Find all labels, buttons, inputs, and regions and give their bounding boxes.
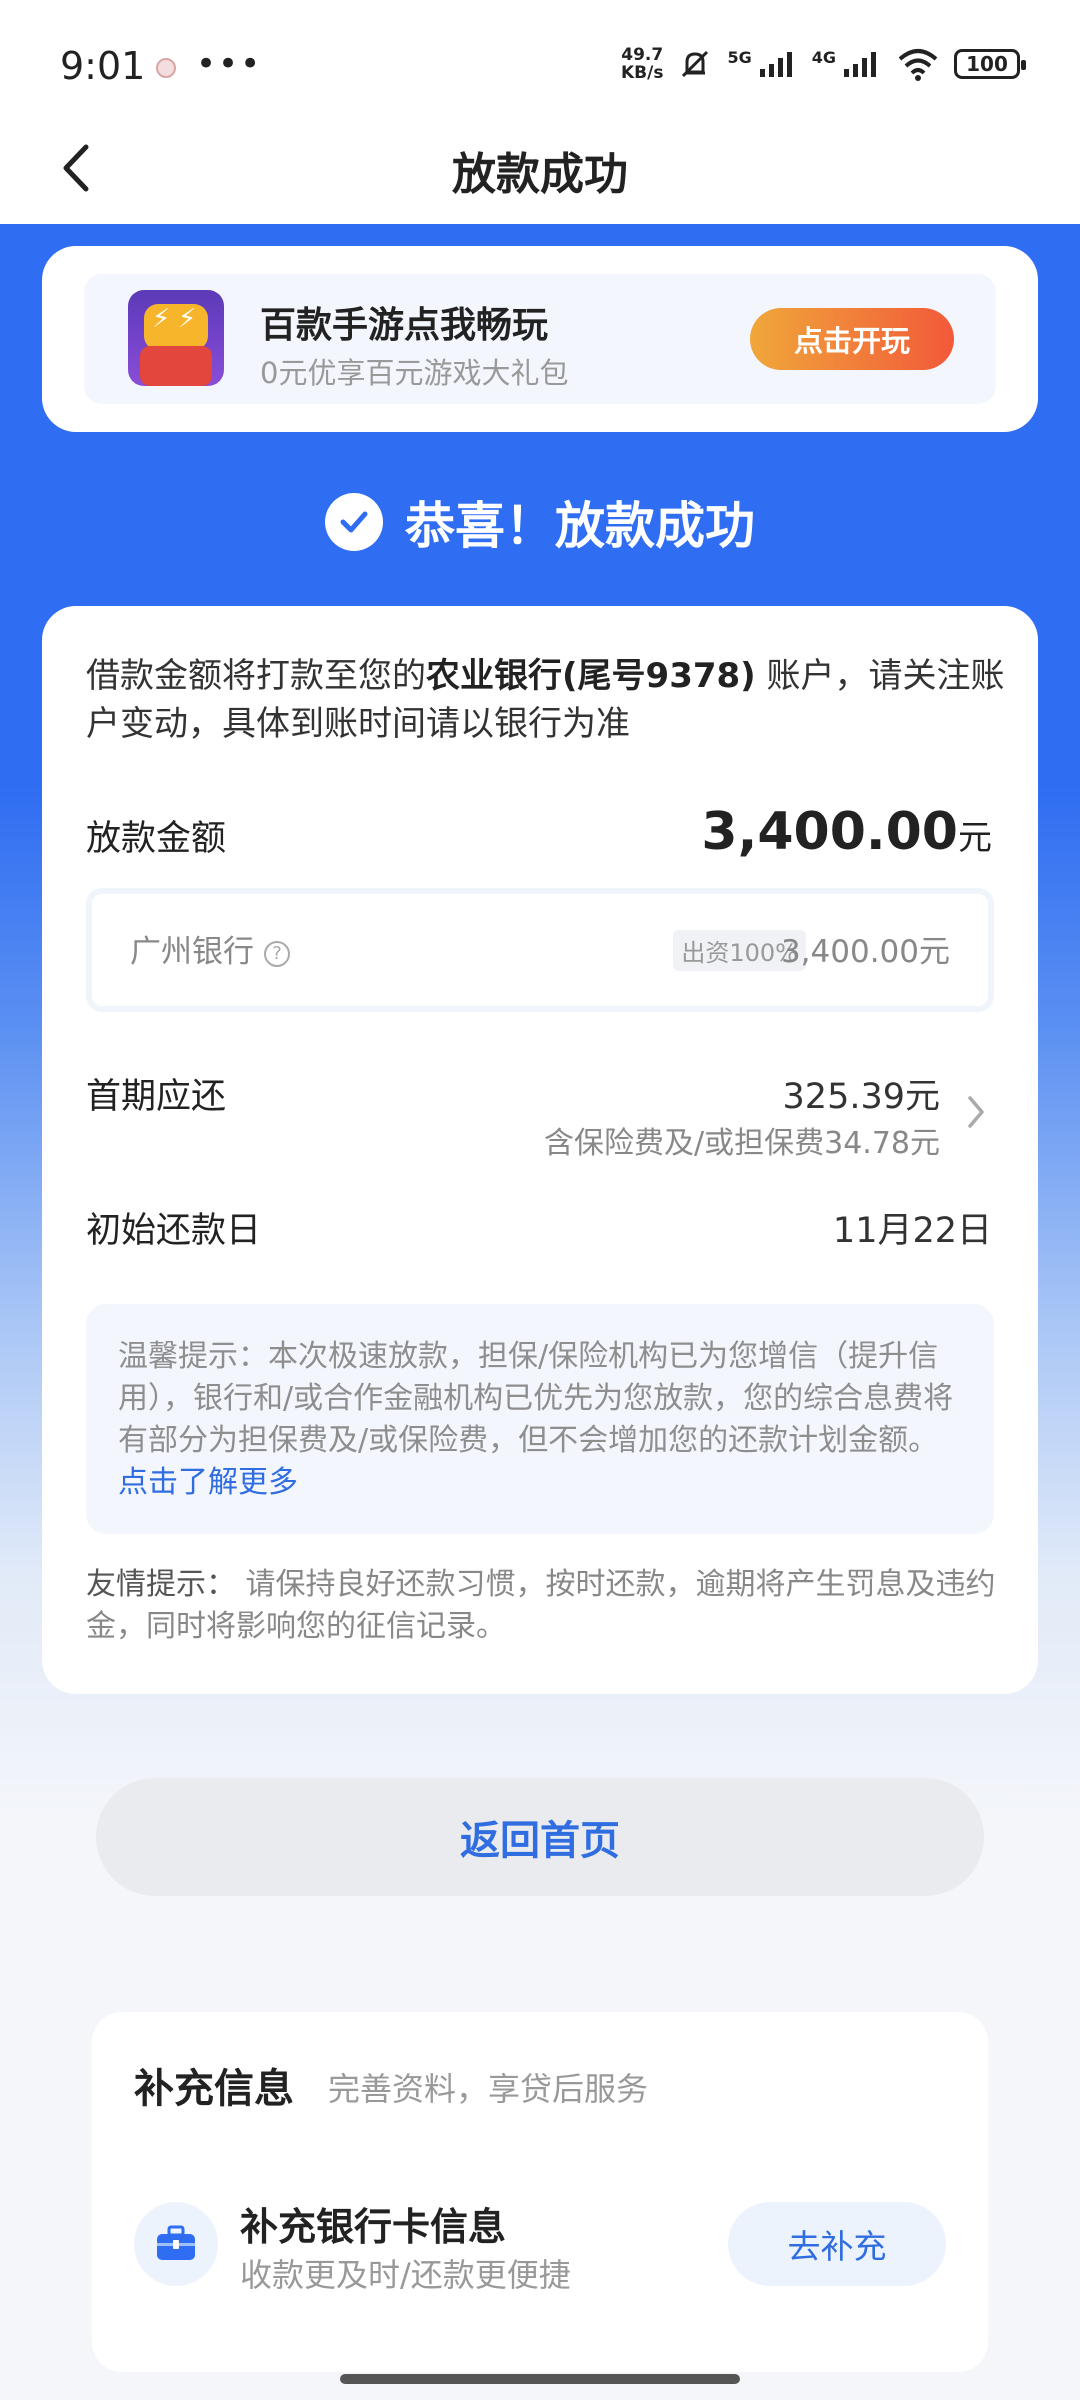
- more-notifications-icon: •••: [196, 44, 263, 84]
- signal-bars-icon: [844, 52, 876, 77]
- play-now-button[interactable]: 点击开玩: [750, 308, 954, 370]
- home-indicator[interactable]: [340, 2374, 740, 2384]
- success-text: 恭喜！放款成功: [405, 497, 755, 555]
- first-payment-amount[interactable]: 325.39元: [783, 1068, 940, 1119]
- bank-card-item-subtitle: 收款更及时/还款更便捷: [240, 2256, 571, 2294]
- supplement-title: 补充信息: [134, 2066, 294, 2112]
- loan-amount: 3,400.00元: [701, 802, 992, 862]
- page-title: 放款成功: [452, 149, 628, 200]
- repay-date-label: 初始还款日: [86, 1211, 262, 1251]
- check-circle-icon: [325, 493, 383, 551]
- first-payment-label: 首期应还: [86, 1077, 227, 1117]
- success-heading: 恭喜！放款成功: [0, 486, 1080, 558]
- loan-detail-card: 借款金额将打款至您的农业银行(尾号9378) 账户，请关注账户变动，具体到账时间…: [42, 606, 1038, 1694]
- loan-amount-label: 放款金额: [86, 819, 227, 859]
- status-time: 9:01: [60, 44, 146, 88]
- bank-card-item-title: 补充银行卡信息: [240, 2205, 507, 2249]
- first-payment-fee-note: 含保险费及/或担保费34.78元: [544, 1126, 940, 1161]
- friendly-reminder: 友情提示： 请保持良好还款习惯，按时还款，逾期将产生罚息及违约金，同时将影响您的…: [86, 1567, 996, 1644]
- status-icons: 49.7 KB/s 5G 4G 100: [621, 45, 1026, 83]
- bank-account: 农业银行(尾号9378): [426, 656, 756, 696]
- signal-type-1: 5G: [727, 47, 752, 67]
- battery-icon: 100: [954, 49, 1026, 79]
- game-banner[interactable]: ⚡ ⚡ 百款手游点我畅玩 0元优享百元游戏大礼包 点击开玩: [84, 274, 996, 404]
- warm-tip: 温馨提示：本次极速放款，担保/保险机构已为您增信（提升信用），银行和/或合作金融…: [86, 1304, 994, 1534]
- funder-name[interactable]: 广州银行?: [130, 926, 290, 971]
- payout-notice: 借款金额将打款至您的农业银行(尾号9378) 账户，请关注账户变动，具体到账时间…: [86, 656, 1005, 744]
- supplement-card: 补充信息 完善资料，享贷后服务 补充银行卡信息 收款更及时/还款更便捷 去补充: [92, 2012, 988, 2372]
- message-notification-icon: [156, 58, 176, 78]
- signal-bars-icon: [759, 52, 792, 77]
- header-area: 9:01 ••• 49.7 KB/s 5G 4G 100 放款成功: [0, 0, 1080, 224]
- supplement-now-button[interactable]: 去补充: [728, 2202, 946, 2286]
- mute-bell-icon: [682, 50, 709, 78]
- wifi-icon: [898, 49, 938, 81]
- repay-date-value: 11月22日: [832, 1211, 992, 1251]
- signal-type-2: 4G: [811, 47, 836, 67]
- banner-subtitle: 0元优享百元游戏大礼包: [260, 356, 569, 390]
- funder-amount: 3,400.00元: [780, 934, 950, 970]
- banner-title: 百款手游点我畅玩: [260, 305, 549, 346]
- briefcase-icon: [134, 2202, 218, 2286]
- game-banner-card[interactable]: ⚡ ⚡ 百款手游点我畅玩 0元优享百元游戏大礼包 点击开玩: [42, 246, 1038, 432]
- funder-box: 广州银行? 出资100% 3,400.00元: [86, 888, 994, 1012]
- game-mascot-icon: ⚡ ⚡: [128, 290, 224, 386]
- network-speed: 49.7 KB/s: [621, 45, 664, 83]
- learn-more-link[interactable]: 点击了解更多: [118, 1465, 298, 1500]
- supplement-subtitle: 完善资料，享贷后服务: [328, 2070, 649, 2108]
- chevron-right-icon[interactable]: [966, 1094, 986, 1130]
- back-to-home-button[interactable]: 返回首页: [96, 1778, 984, 1896]
- help-question-icon[interactable]: ?: [264, 940, 290, 967]
